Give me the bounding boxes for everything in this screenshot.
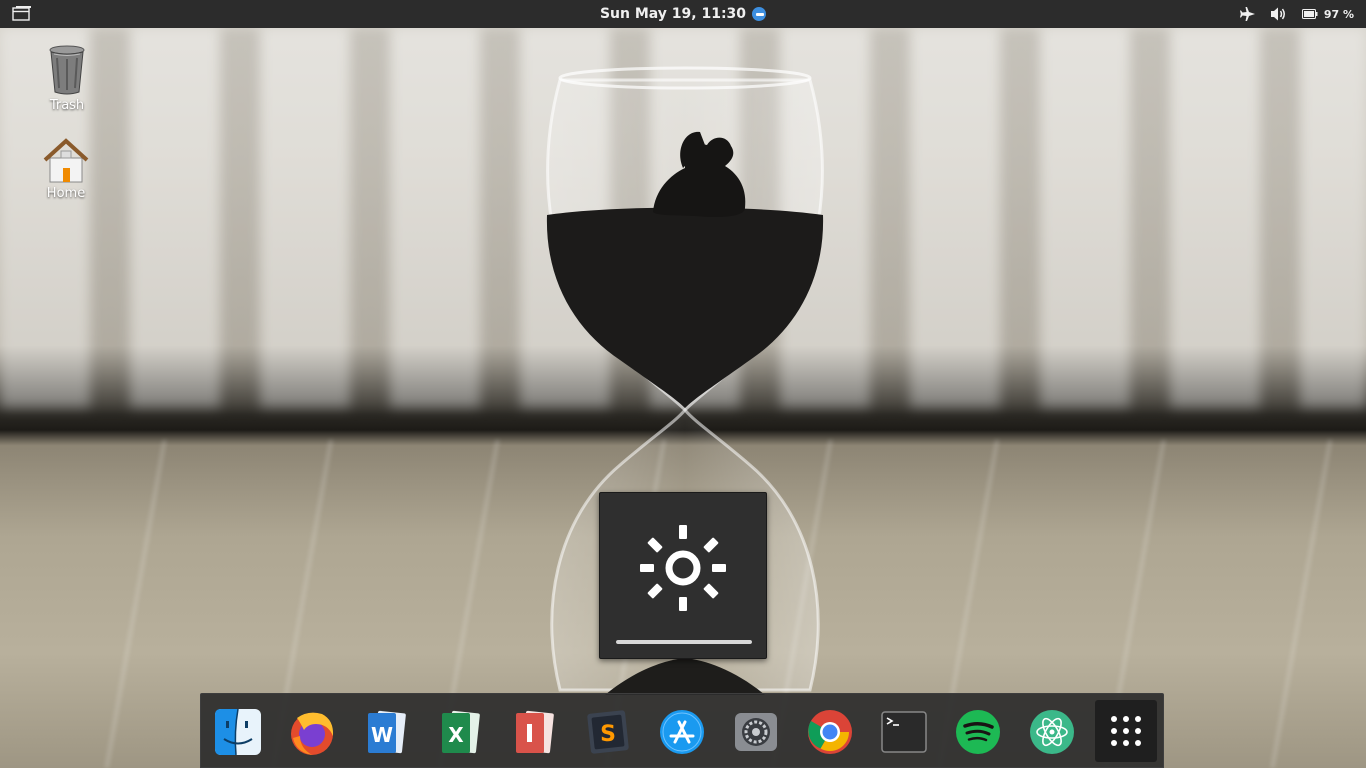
svg-text:S: S	[600, 722, 616, 747]
battery-indicator[interactable]: 97 %	[1301, 7, 1354, 21]
app-store-icon	[660, 710, 704, 754]
firefox-icon	[291, 712, 334, 755]
brightness-level-bar	[616, 640, 752, 644]
battery-percent: 97 %	[1323, 7, 1354, 21]
brightness-level-fill	[616, 640, 752, 644]
settings-icon	[735, 713, 777, 751]
home-folder-icon	[43, 138, 89, 183]
top-panel: Sun May 19, 11:30 97 %	[0, 0, 1366, 28]
excel-icon: X	[442, 710, 480, 754]
word-icon: W	[368, 710, 406, 754]
svg-text:X: X	[448, 723, 464, 747]
desktop-icon-home[interactable]: Home	[26, 138, 106, 201]
dock-item-show-applications[interactable]	[1095, 700, 1157, 762]
system-indicators: 97 %	[1239, 0, 1354, 28]
chrome-icon	[808, 710, 852, 754]
clock-area: Sun May 19, 11:30	[0, 0, 1366, 28]
dock-item-app-store[interactable]	[658, 708, 706, 756]
dock-item-chrome[interactable]	[806, 708, 854, 756]
desktop-icon-label: Trash	[49, 98, 85, 113]
panel-clock[interactable]: Sun May 19, 11:30	[600, 6, 746, 22]
dock-item-firefox[interactable]	[288, 708, 336, 756]
finder-icon	[215, 708, 261, 756]
dock-item-terminal[interactable]	[880, 708, 928, 756]
atom-icon	[1030, 710, 1074, 754]
dock: W X S	[200, 693, 1164, 768]
terminal-icon	[881, 711, 927, 753]
svg-text:W: W	[371, 723, 393, 747]
spotify-icon	[956, 710, 1000, 754]
volume-icon[interactable]	[1270, 6, 1288, 22]
dock-item-finder[interactable]	[214, 708, 262, 756]
window-switcher-icon[interactable]	[12, 5, 32, 23]
dock-item-word[interactable]: W	[362, 708, 410, 756]
sublime-text-icon: S	[587, 710, 629, 754]
dock-item-sublime-text[interactable]: S	[584, 708, 632, 756]
brightness-osd	[599, 492, 767, 659]
dock-item-spotify[interactable]	[954, 708, 1002, 756]
airplane-icon[interactable]	[1239, 6, 1256, 22]
app-grid-icon	[1111, 716, 1141, 746]
presentation-icon	[516, 710, 554, 754]
battery-icon	[1301, 9, 1318, 19]
dock-item-excel[interactable]: X	[436, 708, 484, 756]
dock-item-system-settings[interactable]	[732, 708, 780, 756]
dock-item-presentation[interactable]	[510, 708, 558, 756]
brightness-icon	[640, 525, 726, 611]
dock-item-atom[interactable]	[1028, 708, 1076, 756]
desktop-icon-label: Home	[46, 186, 86, 201]
notification-icon[interactable]	[752, 7, 767, 21]
desktop-icon-trash[interactable]: Trash	[27, 44, 107, 113]
trash-icon	[49, 45, 85, 95]
